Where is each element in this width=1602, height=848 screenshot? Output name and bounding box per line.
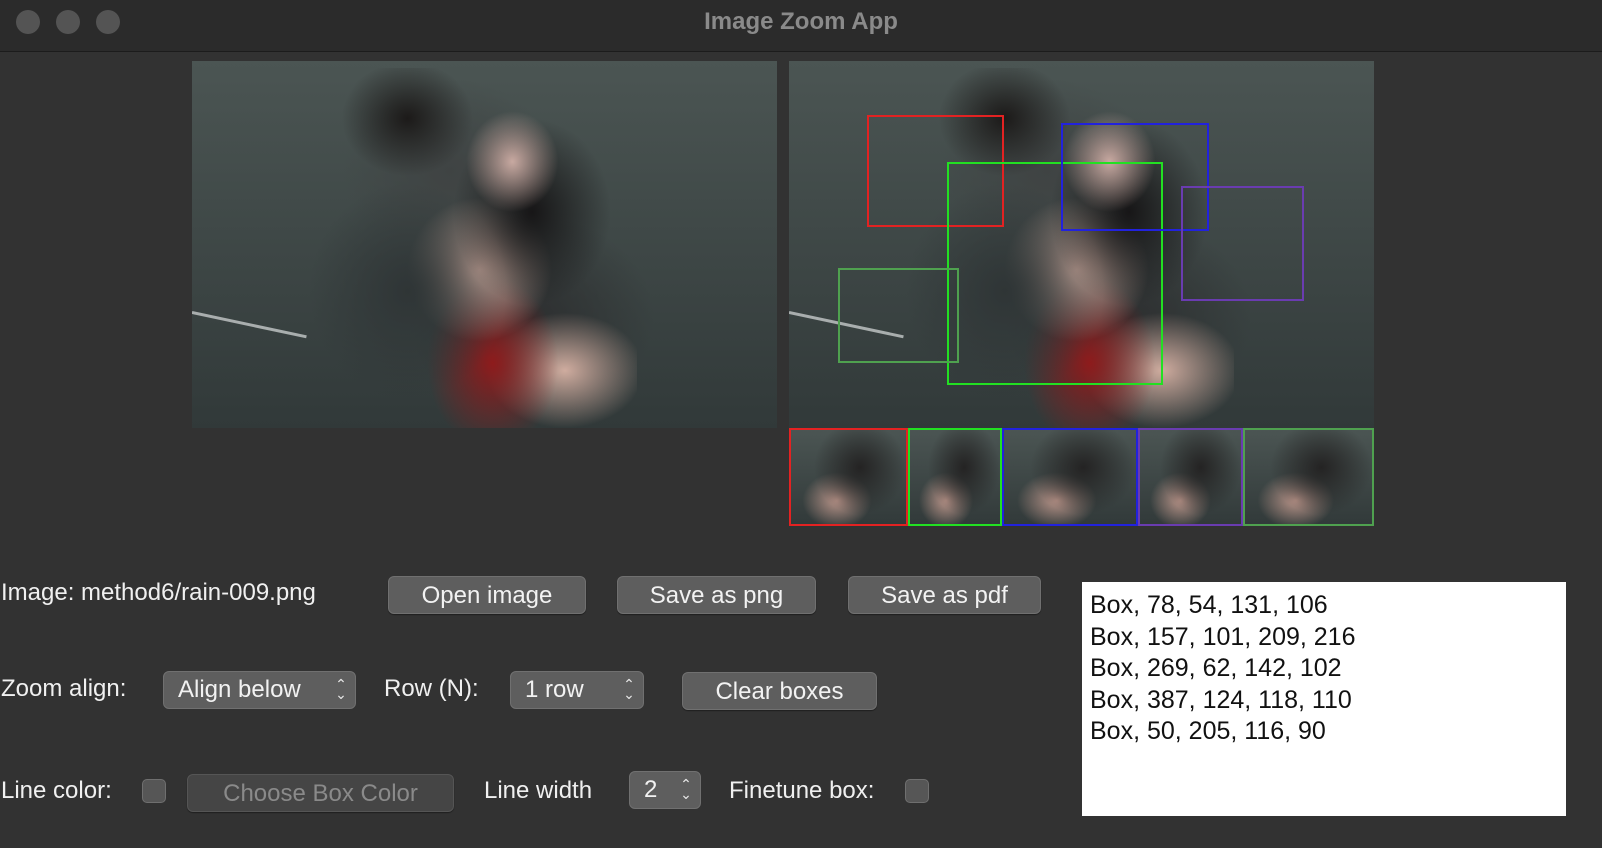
source-image[interactable] [192,61,777,428]
rows-label: Row (N): [384,675,479,702]
save-pdf-button[interactable]: Save as pdf [848,576,1041,614]
open-image-button[interactable]: Open image [388,576,586,614]
zoom-crop-3 [1002,428,1138,526]
box-4-overlay[interactable] [1181,186,1304,301]
zoom-crop-5 [1243,428,1374,526]
chevron-updown-icon: ⌃ ⌄ [680,776,692,802]
box-line: Box, 387, 124, 118, 110 [1090,685,1352,714]
chevron-updown-icon: ⌃ ⌄ [623,676,635,702]
title-bar: Image Zoom App [0,0,1602,52]
finetune-checkbox[interactable] [905,779,929,803]
line-color-label: Line color: [1,777,112,804]
box-line: Box, 78, 54, 131, 106 [1090,591,1328,619]
clear-boxes-button[interactable]: Clear boxes [682,672,877,710]
box-coordinates-textarea[interactable]: Box, 78, 54, 131, 106 Box, 157, 101, 209… [1082,582,1566,816]
save-png-button[interactable]: Save as png [617,576,816,614]
window-title: Image Zoom App [704,8,898,35]
zoom-align-label: Zoom align: [1,675,127,702]
zoom-crop-4 [1138,428,1243,526]
box-5-overlay[interactable] [838,268,959,363]
box-line: Box, 157, 101, 209, 216 [1090,622,1356,651]
rows-value: 1 row [525,676,584,703]
finetune-label: Finetune box: [729,777,875,804]
line-width-value: 2 [644,776,658,803]
line-width-stepper[interactable]: 2 ⌃ ⌄ [629,771,701,809]
line-width-label: Line width [484,777,593,804]
chevron-updown-icon: ⌃ ⌄ [335,676,347,702]
zoom-crop-1 [789,428,908,526]
box-line: Box, 269, 62, 142, 102 [1090,654,1342,682]
image-path-label: Image: method6/rain-009.png [1,579,316,606]
line-color-checkbox[interactable] [142,779,166,803]
annotated-image[interactable] [789,61,1374,428]
rows-select[interactable]: 1 row ⌃ ⌄ [510,671,644,709]
zoom-align-select[interactable]: Align below ⌃ ⌄ [163,671,356,709]
zoom-crops-row [789,428,1374,526]
zoom-crop-2 [908,428,1002,526]
zoom-align-value: Align below [178,676,301,703]
choose-box-color-button[interactable]: Choose Box Color [187,774,454,812]
box-line: Box, 50, 205, 116, 90 [1090,717,1326,745]
